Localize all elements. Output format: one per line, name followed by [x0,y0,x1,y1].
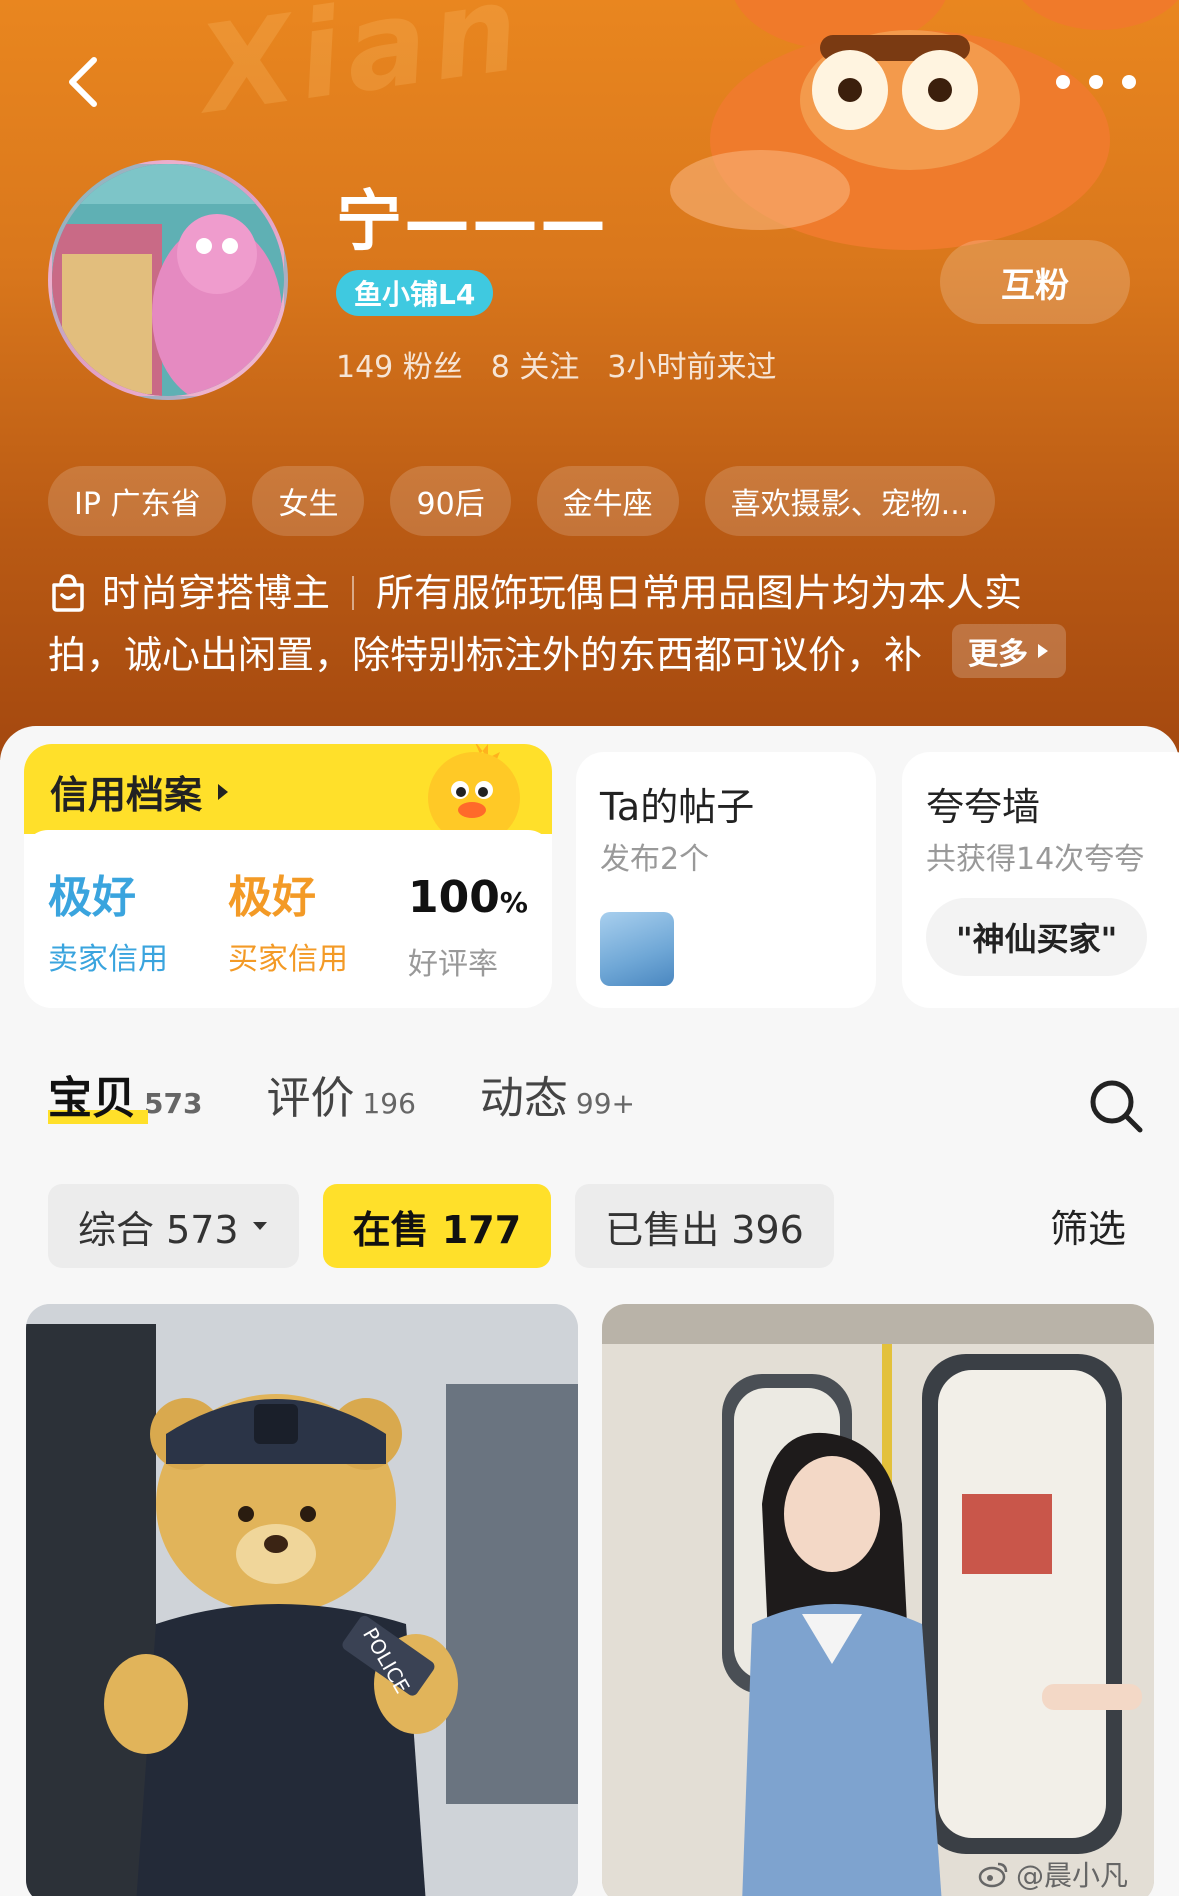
tab-reviews[interactable]: 评价 196 [266,1062,415,1126]
tab-activity-label: 动态 [479,1073,568,1124]
tab-activity-count: 99+ [575,1087,635,1120]
tag-generation: 90后 [390,466,511,536]
post-thumbnail[interactable] [600,912,674,986]
bio-more-button[interactable]: 更多 [952,624,1066,678]
buyer-credit-label: 买家信用 [228,942,348,977]
chevron-left-icon [69,57,97,107]
weibo-watermark-text: @晨小凡 [1016,1859,1129,1892]
positive-rate-unit: % [499,886,528,919]
search-icon [1090,1080,1143,1133]
credit-title: 信用档案 [50,764,230,819]
bio-text-2: 拍，诚心出闲置，除特别标注外的东西都可议价，补 [48,633,923,677]
content-panel: 信用档案 极好 卖家信用 极好 买家信用 100% 好评率 Ta的帖子 发布2个… [0,726,1179,1896]
product-image: POLICE [26,1304,578,1896]
profile-tabs: 宝贝 573 评价 196 动态 99+ [48,1062,635,1126]
positive-rate-value: 100 [408,872,500,923]
buyer-credit: 极好 买家信用 [228,870,408,983]
credit-profile-card[interactable]: 信用档案 极好 卖家信用 极好 买家信用 100% 好评率 [24,744,552,1008]
profile-header: Xian 宁——— 鱼小铺L4 互粉 149 粉丝 8 关注 3小时前来过 IP… [0,0,1179,760]
triangle-down-icon [252,1222,267,1230]
fans-count[interactable]: 149 粉丝 [336,342,463,386]
seller-credit-value: 极好 [48,872,136,923]
tag-interests[interactable]: 喜欢摄影、宠物... [704,466,996,536]
profile-tags: IP 广东省 女生 90后 金牛座 喜欢摄影、宠物... [48,466,996,536]
username: 宁——— [336,183,608,260]
tab-reviews-label: 评价 [266,1073,355,1124]
seller-credit: 极好 卖家信用 [48,870,228,983]
filter-sort-all-label: 综合 573 [78,1207,239,1252]
shop-bag-icon [52,574,84,612]
bio-role: 时尚穿搭博主 [102,571,331,615]
praise-wall-card[interactable]: 夸夸墙 共获得14次夸夸 "神仙买家" [902,752,1179,1008]
tab-items[interactable]: 宝贝 573 [48,1062,202,1126]
search-button[interactable] [1086,1076,1146,1136]
buyer-credit-value: 极好 [228,872,316,923]
tag-gender: 女生 [252,466,365,536]
mutual-follow-button[interactable]: 互粉 [940,240,1130,324]
tab-items-count: 573 [144,1087,203,1120]
filter-on-sale[interactable]: 在售 177 [322,1184,552,1268]
tag-ip-location: IP 广东省 [48,466,227,536]
avatar[interactable] [48,160,288,400]
user-posts-card[interactable]: Ta的帖子 发布2个 [576,752,876,1008]
tab-activity[interactable]: 动态 99+ [480,1062,635,1126]
tab-reviews-count: 196 [362,1087,416,1120]
profile-stats: 149 粉丝 8 关注 3小时前来过 [336,342,777,386]
weibo-watermark: @晨小凡 [978,1854,1128,1894]
praise-wall-title: 夸夸墙 [926,785,1041,829]
store-level-badge[interactable]: 鱼小铺L4 [336,270,494,316]
filter-button[interactable]: 筛选 [1050,1198,1126,1253]
triangle-right-icon [218,783,229,800]
bio-separator [352,576,355,610]
following-count[interactable]: 8 关注 [491,342,580,386]
seller-credit-label: 卖家信用 [48,942,168,977]
posts-count: 发布2个 [600,842,710,877]
item-filters: 综合 573 在售 177 已售出 396 [48,1184,834,1268]
praise-wall-count: 共获得14次夸夸 [926,842,1145,877]
product-card[interactable]: POLICE [26,1304,578,1896]
filter-sold[interactable]: 已售出 396 [575,1184,834,1268]
triangle-right-icon [1038,644,1048,658]
tab-items-label: 宝贝 [48,1073,136,1124]
back-button[interactable] [52,52,112,112]
weibo-icon [978,1862,1008,1888]
product-image [602,1304,1154,1896]
posts-title: Ta的帖子 [600,785,755,829]
product-card[interactable] [602,1304,1154,1896]
credit-title-label: 信用档案 [50,773,203,817]
positive-rate-label: 好评率 [408,947,498,982]
header-decor-text: Xian [191,0,533,141]
last-visit: 3小时前来过 [607,350,777,385]
bio-more-label: 更多 [968,637,1028,672]
bio-text-1: 所有服饰玩偶日常用品图片均为本人实 [376,571,1023,615]
more-options-icon[interactable] [1056,62,1136,102]
positive-rate: 100% 好评率 [408,870,552,983]
tag-zodiac: 金牛座 [536,466,679,536]
credit-card-body: 极好 卖家信用 极好 买家信用 100% 好评率 [24,830,552,1008]
filter-sort-all[interactable]: 综合 573 [48,1184,299,1268]
praise-chip[interactable]: "神仙买家" [926,898,1148,976]
avatar-image [52,164,284,396]
